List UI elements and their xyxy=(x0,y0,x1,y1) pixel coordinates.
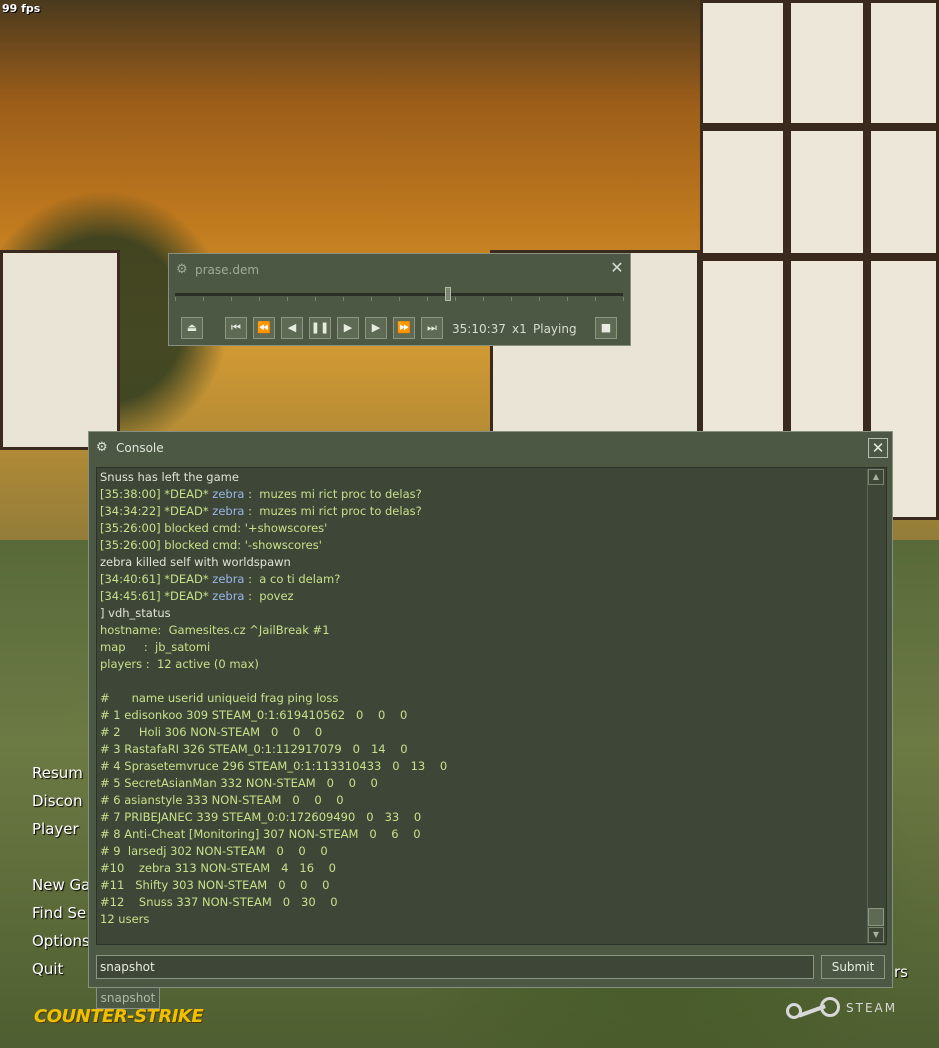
close-icon[interactable]: ✕ xyxy=(868,438,888,458)
scroll-up-icon[interactable]: ▲ xyxy=(868,469,884,485)
console-line: hostname: Gamesites.cz ^JailBreak #1 xyxy=(100,623,330,637)
console-line: [35:26:00] blocked cmd: '+showscores' xyxy=(100,521,328,535)
menu-item-new-game[interactable]: New Ga xyxy=(32,876,90,894)
console-line: # 9 larsedj 302 NON-STEAM 0 0 0 xyxy=(100,844,328,858)
menu-item-partial[interactable]: rs xyxy=(894,963,908,981)
step-forward-icon[interactable]: ▶ xyxy=(365,317,387,339)
progress-tick xyxy=(455,297,456,301)
menu-item-disconnect[interactable]: Discon xyxy=(32,792,82,810)
console-title: Console xyxy=(116,441,164,455)
progress-tick xyxy=(399,297,400,301)
fps-counter: 99 fps xyxy=(2,2,41,15)
console-line: # 7 PRIBEJANEC 339 STEAM_0:0:172609490 0… xyxy=(100,810,422,824)
console-line: # 1 edisonkoo 309 STEAM_0:1:619410562 0 … xyxy=(100,708,408,722)
play-icon[interactable]: ▶ xyxy=(337,317,359,339)
console-line: [34:34:22] *DEAD* zebra : muzes mi rict … xyxy=(100,504,422,518)
demo-progress-handle[interactable] xyxy=(445,287,452,301)
player-name: zebra xyxy=(212,487,245,501)
menu-item-find-servers[interactable]: Find Se xyxy=(32,904,86,922)
progress-tick xyxy=(203,297,204,301)
player-name: zebra xyxy=(212,504,245,518)
eject-icon[interactable]: ⏏ xyxy=(181,317,203,339)
scroll-down-icon[interactable]: ▼ xyxy=(868,927,884,943)
console-line: map : jb_satomi xyxy=(100,640,211,654)
menu-item-quit[interactable]: Quit xyxy=(32,960,63,978)
progress-tick xyxy=(427,297,428,301)
stop-icon[interactable]: ■ xyxy=(595,317,617,339)
progress-tick xyxy=(483,297,484,301)
progress-tick xyxy=(623,297,624,301)
console-line: #11 Shifty 303 NON-STEAM 0 0 0 xyxy=(100,878,330,892)
demo-time: 35:10:37 xyxy=(452,322,506,336)
console-line: # 6 asianstyle 333 NON-STEAM 0 0 0 xyxy=(100,793,344,807)
rewind-fast-icon[interactable]: ⏪ xyxy=(253,317,275,339)
player-name: zebra xyxy=(212,572,245,586)
counter-strike-logo: COUNTER-STRIKE xyxy=(34,1006,204,1027)
console-line: # 8 Anti-Cheat [Monitoring] 307 NON-STEA… xyxy=(100,827,421,841)
demo-speed: x1 xyxy=(512,322,527,336)
steam-logo-text: STEAM xyxy=(846,1001,898,1015)
scrollbar-thumb[interactable] xyxy=(868,908,884,926)
pause-icon[interactable]: ❚❚ xyxy=(309,317,331,339)
console-output[interactable]: Snuss has left the game [35:38:00] *DEAD*… xyxy=(96,467,887,945)
console-window: ⚙ Console ✕ Snuss has left the game [35:3… xyxy=(88,431,893,988)
submit-button[interactable]: Submit xyxy=(821,955,885,979)
console-line: # 2 Holi 306 NON-STEAM 0 0 0 xyxy=(100,725,323,739)
console-line: ] vdh_status xyxy=(100,606,171,620)
console-lines: Snuss has left the game [35:38:00] *DEAD*… xyxy=(100,469,860,928)
console-line: players : 12 active (0 max) xyxy=(100,657,259,671)
step-back-icon[interactable]: ◀ xyxy=(281,317,303,339)
skip-end-icon[interactable]: ⏭ xyxy=(421,317,443,339)
console-line: [34:40:61] *DEAD* zebra : a co ti delam? xyxy=(100,572,341,586)
demo-status: Playing xyxy=(533,322,577,336)
house-left xyxy=(0,250,120,450)
progress-tick xyxy=(231,297,232,301)
console-line: zebra killed self with worldspawn xyxy=(100,555,291,569)
progress-tick xyxy=(175,297,176,301)
player-name: zebra xyxy=(212,589,245,603)
demo-progress-track[interactable] xyxy=(175,293,623,296)
console-line: #10 zebra 313 NON-STEAM 4 16 0 xyxy=(100,861,336,875)
progress-tick xyxy=(315,297,316,301)
steam-icon: ⚙ xyxy=(176,262,188,277)
steam-logo: STEAM xyxy=(786,992,916,1024)
close-icon[interactable]: ✕ xyxy=(609,260,625,276)
console-line: #12 Snuss 337 NON-STEAM 0 30 0 xyxy=(100,895,338,909)
progress-tick xyxy=(567,297,568,301)
progress-tick xyxy=(259,297,260,301)
console-scrollbar[interactable]: ▲ ▼ xyxy=(867,469,885,943)
console-line: Snuss has left the game xyxy=(100,470,239,484)
console-line: 12 users xyxy=(100,912,150,926)
console-line: # 5 SecretAsianMan 332 NON-STEAM 0 0 0 xyxy=(100,776,378,790)
progress-tick xyxy=(595,297,596,301)
menu-item-options[interactable]: Options xyxy=(32,932,90,950)
console-line: # name userid uniqueid frag ping loss xyxy=(100,691,339,705)
progress-tick xyxy=(371,297,372,301)
steam-icon: ⚙ xyxy=(96,440,108,455)
demo-player-title: prase.dem xyxy=(195,263,260,277)
progress-tick xyxy=(343,297,344,301)
demo-progress-ticks xyxy=(175,297,624,302)
skip-start-icon[interactable]: ⏮ xyxy=(225,317,247,339)
console-line: # 4 Sprasetemvruce 296 STEAM_0:1:1133104… xyxy=(100,759,448,773)
console-line: [35:26:00] blocked cmd: '-showscores' xyxy=(100,538,322,552)
fast-forward-icon[interactable]: ⏩ xyxy=(393,317,415,339)
menu-item-resume[interactable]: Resum xyxy=(32,764,83,782)
progress-tick xyxy=(287,297,288,301)
console-line: [34:45:61] *DEAD* zebra : povez xyxy=(100,589,294,603)
autocomplete-suggestion[interactable]: snapshot xyxy=(96,987,160,1009)
demo-player-window: ⚙ prase.dem ✕ ⏏ ⏮ ⏪ ◀ ❚❚ ▶ ▶ ⏩ ⏭ 35:10:3… xyxy=(168,253,631,346)
console-line: # 3 RastafaRI 326 STEAM_0:1:112917079 0 … xyxy=(100,742,408,756)
menu-item-players[interactable]: Player xyxy=(32,820,79,838)
console-line: [35:38:00] *DEAD* zebra : muzes mi rict … xyxy=(100,487,422,501)
progress-tick xyxy=(539,297,540,301)
progress-tick xyxy=(511,297,512,301)
steam-logo-icon xyxy=(786,995,840,1021)
console-command-input[interactable] xyxy=(96,955,814,979)
